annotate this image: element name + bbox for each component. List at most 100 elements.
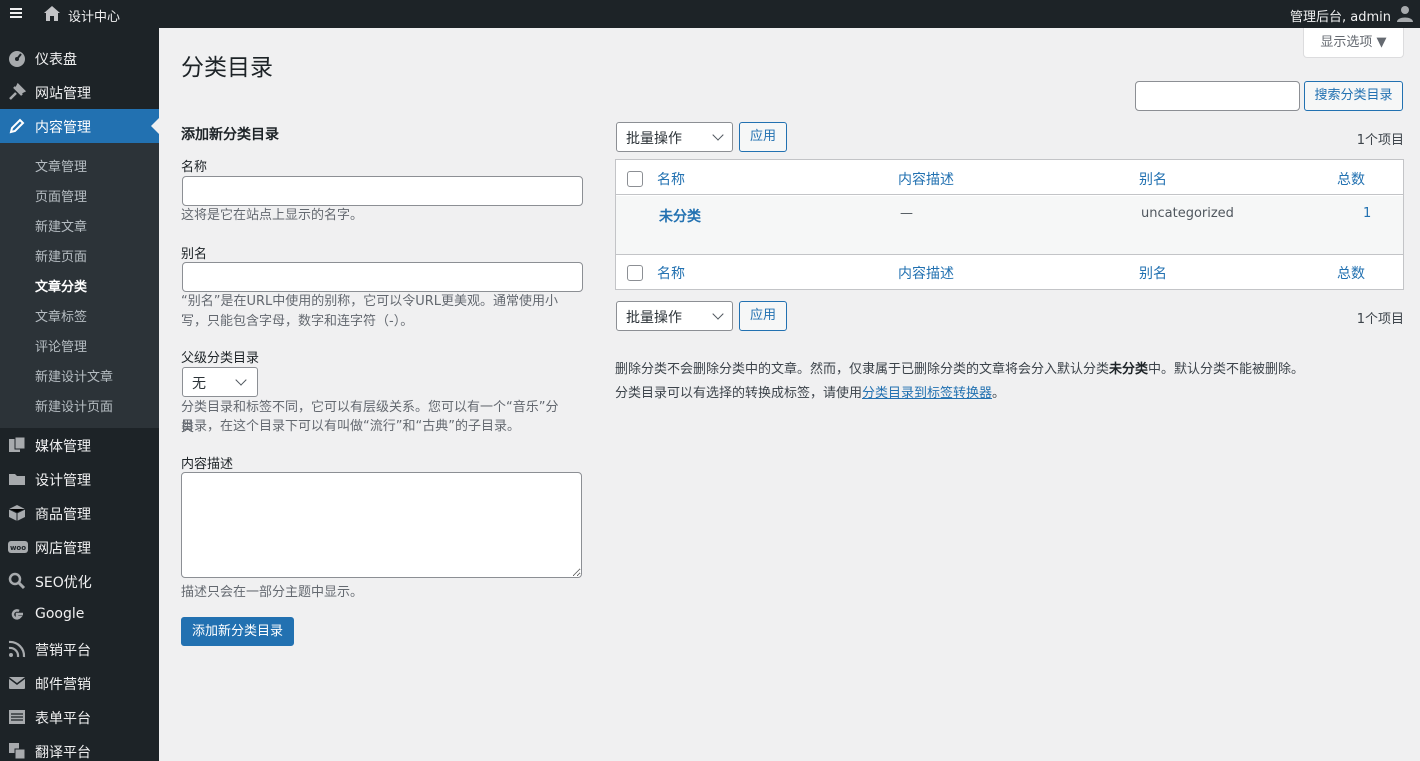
parent-category-select[interactable]: 无 [182,367,258,397]
parent-select-value: 无 [192,376,206,392]
edit-pencil-icon [8,117,26,135]
sidebar-item-label: 媒体管理 [35,439,91,455]
table-footer-row: 名称 内容描述 别名 总数 [616,254,1403,289]
sidebar-item-marketing[interactable]: 营销平台 [0,632,159,666]
item-count-bottom: 1个项目 [1356,312,1404,327]
admin-sidebar: 仪表盘 网站管理 内容管理 文章管理 页面管理 新建文章 新建页面 文章分类 文… [0,28,159,761]
submenu-item-categories[interactable]: 文章分类 [35,276,87,295]
name-field[interactable] [182,176,583,206]
convert-note-text-b: 。 [992,386,1006,401]
sidebar-item-label: 营销平台 [35,643,91,659]
sidebar-item-label: 设计管理 [35,473,91,489]
delete-note: 删除分类不会删除分类中的文章。然而，仅隶属于已删除分类的文章将会分入默认分类未分… [615,358,1304,377]
sidebar-item-seo[interactable]: SEO优化 [0,564,159,598]
home-icon[interactable] [43,5,61,26]
name-label: 名称 [181,160,208,175]
main-content: 分类目录 显示选项 ▼ 搜索分类目录 添加新分类目录 名称 这将是它在站点上显示… [159,28,1420,761]
search-categories-button[interactable]: 搜索分类目录 [1304,81,1403,111]
sidebar-item-label: 表单平台 [35,711,91,727]
bulk-action-value: 批量操作 [626,310,682,326]
chevron-down-icon [712,308,724,320]
sidebar-item-translate[interactable]: 翻译平台 [0,734,159,761]
woo-badge-text: woo [10,544,26,552]
slug-field[interactable] [182,262,583,292]
convert-note: 分类目录可以有选择的转换成标签，请使用分类目录到标签转换器。 [615,382,1005,401]
folder-icon [8,470,26,488]
column-slug-footer[interactable]: 别名 [1139,263,1167,283]
category-name-link[interactable]: 未分类 [659,206,701,226]
apply-button-bottom[interactable]: 应用 [739,301,787,331]
column-name-footer[interactable]: 名称 [657,263,685,283]
form-icon [8,708,26,726]
slug-help-line-2: 写，只能包含字母，数字和连字符（-）。 [181,314,414,329]
sidebar-item-content[interactable]: 内容管理 [0,109,159,143]
user-avatar-icon[interactable] [1396,4,1414,26]
column-description-footer[interactable]: 内容描述 [898,263,954,283]
sidebar-item-label: 网店管理 [35,541,91,557]
converter-link[interactable]: 分类目录到标签转换器 [862,386,992,401]
page-title: 分类目录 [181,55,273,81]
submenu-item-pages[interactable]: 页面管理 [35,186,87,205]
slug-help-line-1: “别名”是在URL中使用的别称，它可以令URL更美观。通常使用小 [181,294,559,309]
default-category-name: 未分类 [1109,362,1149,377]
parent-label: 父级分类目录 [181,351,260,366]
rss-icon [8,640,26,658]
sidebar-item-forms[interactable]: 表单平台 [0,700,159,734]
screen-options-button[interactable]: 显示选项 ▼ [1303,28,1404,58]
media-icon [8,436,26,454]
account-menu[interactable]: 管理后台, admin [1290,6,1391,25]
delete-note-text-a: 删除分类不会删除分类中的文章。然而，仅隶属于已删除分类的文章将会分入默认分类 [615,362,1110,377]
sidebar-item-media[interactable]: 媒体管理 [0,428,159,462]
sidebar-item-dashboard[interactable]: 仪表盘 [0,41,159,75]
apply-button-top[interactable]: 应用 [739,122,787,152]
chevron-down-icon [712,129,724,141]
slug-label: 别名 [181,247,208,262]
sidebar-item-label: 网站管理 [35,86,91,102]
add-category-button[interactable]: 添加新分类目录 [181,617,294,646]
column-slug-header[interactable]: 别名 [1139,169,1167,189]
bulk-action-select-top[interactable]: 批量操作 [616,122,733,152]
woo-icon: woo [8,538,28,556]
sidebar-item-label: 商品管理 [35,507,91,523]
sidebar-item-shop[interactable]: woo 网店管理 [0,530,159,564]
mail-icon [8,674,26,692]
submenu-item-tags[interactable]: 文章标签 [35,306,87,325]
table-header-row: 名称 内容描述 别名 总数 [616,160,1403,195]
search-icon [8,572,26,590]
submenu-item-new-design-page[interactable]: 新建设计页面 [35,396,113,415]
sidebar-item-label: 翻译平台 [35,745,91,761]
sidebar-item-email[interactable]: 邮件营销 [0,666,159,700]
pin-icon [8,82,27,101]
submenu-item-new-post[interactable]: 新建文章 [35,216,87,235]
submenu-item-comments[interactable]: 评论管理 [35,336,87,355]
bulk-action-value: 批量操作 [626,131,682,147]
menu-toggle-icon[interactable] [10,6,22,20]
name-help: 这将是它在站点上显示的名字。 [181,208,364,223]
sidebar-item-products[interactable]: 商品管理 [0,496,159,530]
chevron-down-icon [235,374,247,386]
column-description-header[interactable]: 内容描述 [898,169,954,189]
submenu-item-new-page[interactable]: 新建页面 [35,246,87,265]
column-name-header[interactable]: 名称 [657,169,685,189]
box-icon [8,504,26,522]
site-name-link[interactable]: 设计中心 [68,6,120,25]
select-all-checkbox-footer[interactable] [627,265,643,281]
sidebar-item-label: 邮件营销 [35,677,91,693]
submenu-item-posts[interactable]: 文章管理 [35,156,87,175]
content-submenu: 文章管理 页面管理 新建文章 新建页面 文章分类 文章标签 评论管理 新建设计文… [0,143,159,428]
sidebar-item-google[interactable]: Google [0,598,159,632]
google-icon [8,606,26,624]
submenu-item-new-design-post[interactable]: 新建设计文章 [35,366,113,385]
column-count-footer[interactable]: 总数 [1337,263,1365,283]
column-count-header[interactable]: 总数 [1337,169,1365,189]
description-textarea[interactable] [181,472,582,578]
sidebar-item-label: 内容管理 [35,120,91,136]
search-input[interactable] [1135,81,1300,111]
select-all-checkbox[interactable] [627,171,643,187]
category-count-link[interactable]: 1 [1363,206,1371,221]
sidebar-item-design[interactable]: 设计管理 [0,462,159,496]
categories-table: 名称 内容描述 别名 总数 未分类 — uncategorized 1 名称 内… [615,159,1404,290]
description-label: 内容描述 [181,457,234,472]
bulk-action-select-bottom[interactable]: 批量操作 [616,301,733,331]
sidebar-item-site[interactable]: 网站管理 [0,75,159,109]
